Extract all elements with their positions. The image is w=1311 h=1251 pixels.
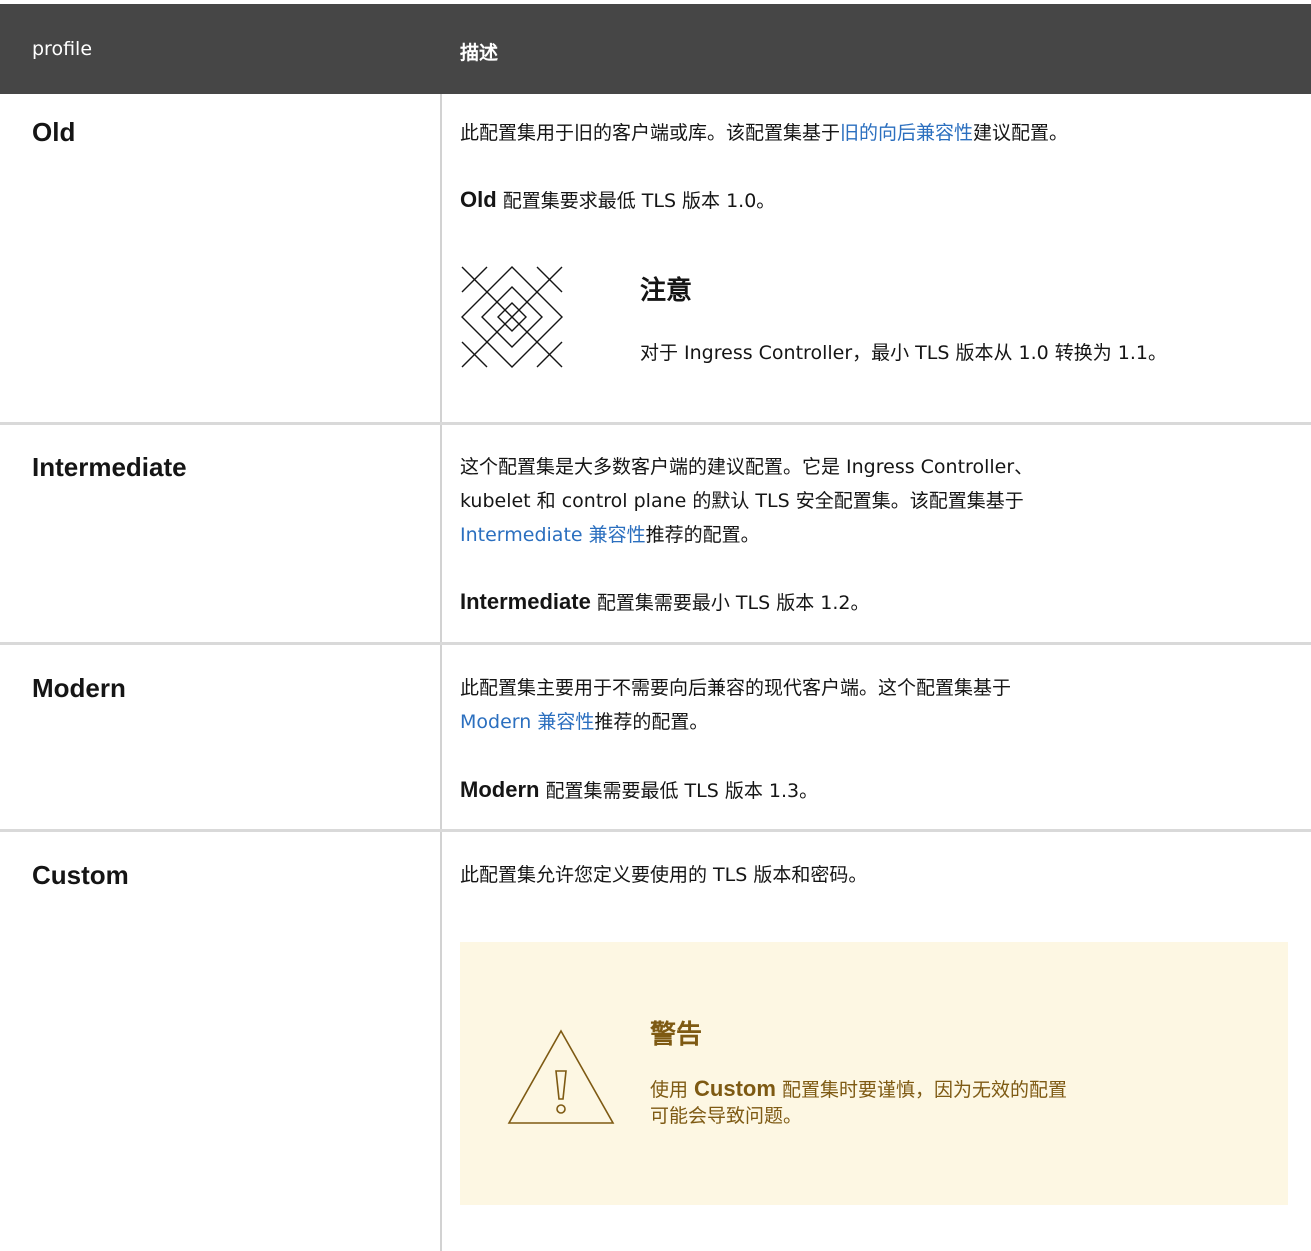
- profile-name-modern: Modern: [32, 673, 126, 703]
- intermediate-line-3: Intermediate 兼容性推荐的配置。: [460, 519, 760, 552]
- note-title: 注意: [640, 276, 693, 306]
- old-compat-link[interactable]: 旧的向后兼容性: [840, 122, 973, 144]
- old-min-tls: Old 配置集要求最低 TLS 版本 1.0。: [460, 183, 775, 218]
- old-min-bold: Old: [460, 187, 497, 212]
- modern-line-2-text: 推荐的配置。: [594, 711, 709, 733]
- warning-text-a: 使用: [650, 1079, 695, 1101]
- intermediate-line-1: 这个配置集是大多数客户端的建议配置。它是 Ingress Controller、: [460, 456, 1034, 478]
- header-profile: profile: [32, 38, 93, 60]
- modern-min-bold: Modern: [460, 777, 540, 802]
- note-body: 对于 Ingress Controller，最小 TLS 版本从 1.0 转换为…: [640, 342, 1168, 364]
- note-lattice-icon: [461, 266, 563, 368]
- old-min-text: 配置集要求最低 TLS 版本 1.0。: [496, 190, 776, 212]
- modern-min-tls: Modern 配置集需要最低 TLS 版本 1.3。: [460, 773, 818, 808]
- modern-compat-link[interactable]: Modern 兼容性: [460, 711, 594, 733]
- warning-bold: Custom: [694, 1076, 776, 1101]
- header-description: 描述: [460, 42, 499, 64]
- row-separator: [0, 642, 1311, 645]
- column-divider: [440, 94, 442, 1251]
- custom-line-1: 此配置集允许您定义要使用的 TLS 版本和密码。: [460, 864, 868, 886]
- warning-text-b: 配置集时要谨慎，因为无效的配置: [775, 1079, 1067, 1101]
- table-header: profile 描述: [0, 4, 1311, 94]
- warning-text-c: 可能会导致问题。: [650, 1105, 803, 1127]
- old-desc-text-b: 建议配置。: [973, 122, 1069, 144]
- intermediate-min-tls: Intermediate 配置集需要最小 TLS 版本 1.2。: [460, 585, 869, 620]
- warning-body: 使用 Custom 配置集时要谨慎，因为无效的配置 可能会导致问题。: [650, 1076, 1067, 1129]
- warning-admonition: 警告 使用 Custom 配置集时要谨慎，因为无效的配置 可能会导致问题。: [460, 942, 1288, 1205]
- intermediate-min-bold: Intermediate: [460, 589, 591, 614]
- modern-line-1: 此配置集主要用于不需要向后兼容的现代客户端。这个配置集基于: [460, 677, 1012, 699]
- intermediate-line-2: kubelet 和 control plane 的默认 TLS 安全配置集。该配…: [460, 490, 1024, 512]
- warning-title: 警告: [650, 1020, 703, 1050]
- modern-line-2: Modern 兼容性推荐的配置。: [460, 706, 708, 739]
- intermediate-compat-link[interactable]: Intermediate 兼容性: [460, 524, 646, 546]
- old-description: 此配置集用于旧的客户端或库。该配置集基于旧的向后兼容性建议配置。: [460, 117, 1068, 150]
- profile-name-old: Old: [32, 117, 76, 147]
- row-separator: [0, 422, 1311, 425]
- row-separator: [0, 829, 1311, 832]
- profile-name-intermediate: Intermediate: [32, 452, 187, 482]
- intermediate-min-text: 配置集需要最小 TLS 版本 1.2。: [590, 592, 870, 614]
- warning-triangle-icon: [507, 1029, 615, 1124]
- profile-name-custom: Custom: [32, 860, 129, 890]
- old-desc-text-a: 此配置集用于旧的客户端或库。该配置集基于: [460, 122, 841, 144]
- intermediate-line-3-text: 推荐的配置。: [645, 524, 760, 546]
- modern-min-text: 配置集需要最低 TLS 版本 1.3。: [539, 780, 819, 802]
